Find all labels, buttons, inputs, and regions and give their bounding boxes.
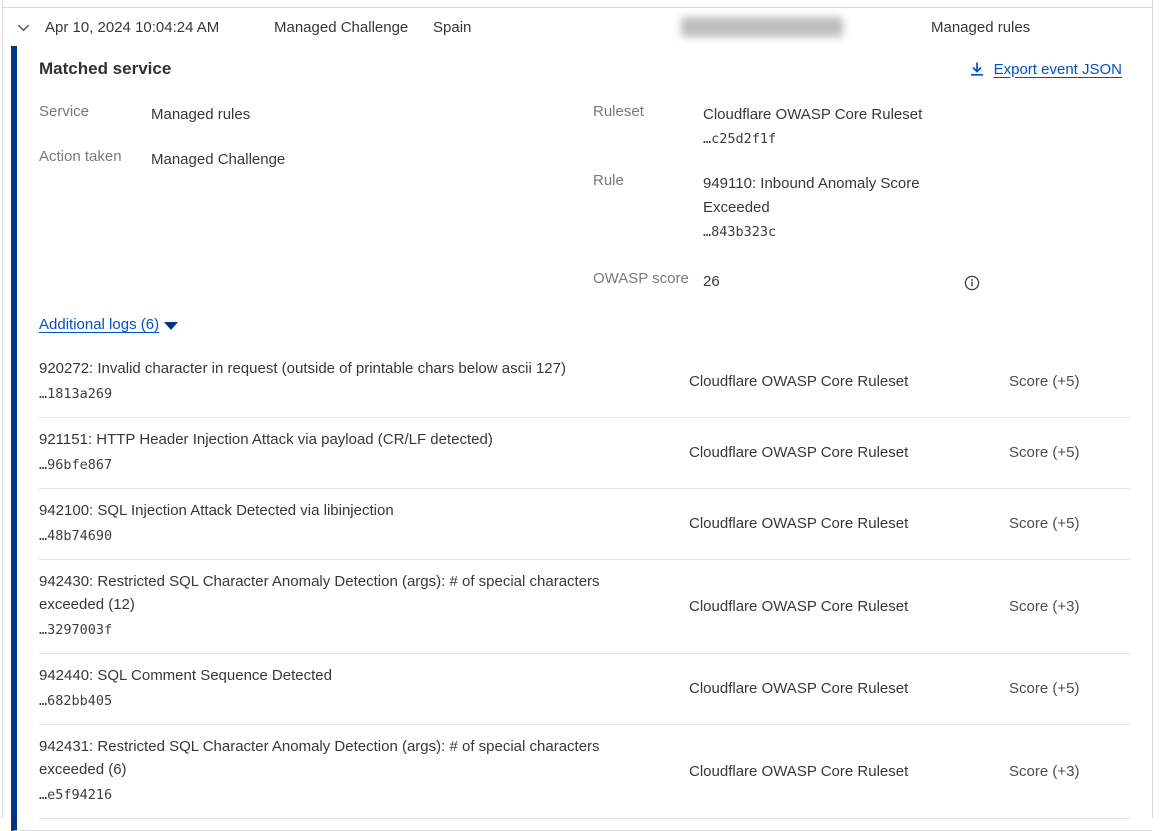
- additional-logs-list: 920272: Invalid character in request (ou…: [39, 347, 1130, 819]
- log-row: 942440: SQL Comment Sequence Detected …6…: [39, 654, 1130, 725]
- download-icon: [969, 61, 985, 77]
- log-ruleset: Cloudflare OWASP Core Ruleset: [689, 444, 1009, 461]
- field-value: 949110: Inbound Anomaly Score Exceeded ……: [703, 172, 953, 244]
- fields-right-column: Ruleset Cloudflare OWASP Core Ruleset …c…: [593, 103, 1130, 302]
- caret-down-icon: [164, 322, 178, 330]
- chevron-down-icon: [16, 20, 31, 35]
- log-score: Score (+5): [1009, 515, 1130, 532]
- ruleset-id-hash: …c25d2f1f: [703, 127, 953, 151]
- log-score: Score (+5): [1009, 373, 1130, 390]
- field-action-taken: Action taken Managed Challenge: [39, 148, 593, 172]
- log-row: 942430: Restricted SQL Character Anomaly…: [39, 560, 1130, 654]
- log-description-cell: 942431: Restricted SQL Character Anomaly…: [39, 735, 689, 807]
- event-host-redacted: [681, 17, 931, 37]
- log-ruleset: Cloudflare OWASP Core Ruleset: [689, 763, 1009, 780]
- field-value: Managed rules: [151, 103, 250, 127]
- event-summary-row[interactable]: Apr 10, 2024 10:04:24 AM Managed Challen…: [3, 8, 1152, 46]
- field-label: OWASP score: [593, 270, 703, 294]
- owasp-score-value: 26: [703, 270, 953, 294]
- log-score: Score (+5): [1009, 444, 1130, 461]
- rule-name: 949110: Inbound Anomaly Score Exceeded: [703, 175, 920, 216]
- field-label: Rule: [593, 172, 703, 244]
- log-ruleset: Cloudflare OWASP Core Ruleset: [689, 373, 1009, 390]
- detail-fields: Service Managed rules Action taken Manag…: [39, 103, 1130, 302]
- event-detail-panel: Matched service Export event JSON Servic…: [11, 46, 1152, 831]
- log-rule-hash: …1813a269: [39, 382, 649, 406]
- redacted-value: [681, 17, 843, 37]
- firewall-event-table: Apr 10, 2024 10:04:24 AM Managed Challen…: [2, 0, 1153, 818]
- log-ruleset: Cloudflare OWASP Core Ruleset: [689, 515, 1009, 532]
- fields-left-column: Service Managed rules Action taken Manag…: [39, 103, 593, 302]
- log-ruleset: Cloudflare OWASP Core Ruleset: [689, 680, 1009, 697]
- panel-title: Matched service: [39, 59, 171, 79]
- log-score: Score (+5): [1009, 680, 1130, 697]
- field-ruleset: Ruleset Cloudflare OWASP Core Ruleset …c…: [593, 103, 1130, 151]
- log-rule-hash: …96bfe867: [39, 453, 649, 477]
- log-row: 920272: Invalid character in request (ou…: [39, 347, 1130, 418]
- owasp-value-wrap: 26: [703, 270, 980, 294]
- log-description: 942430: Restricted SQL Character Anomaly…: [39, 570, 649, 616]
- previous-row-edge: [3, 0, 1152, 8]
- log-description-cell: 921151: HTTP Header Injection Attack via…: [39, 428, 689, 477]
- field-owasp-score: OWASP score 26: [593, 270, 1130, 294]
- field-value: Cloudflare OWASP Core Ruleset …c25d2f1f: [703, 103, 953, 151]
- event-service: Managed rules: [931, 19, 1152, 36]
- log-description: 920272: Invalid character in request (ou…: [39, 357, 649, 380]
- additional-logs-toggle[interactable]: Additional logs (6): [39, 316, 178, 333]
- log-rule-hash: …e5f94216: [39, 783, 649, 807]
- log-rule-hash: …3297003f: [39, 618, 649, 642]
- detail-header: Matched service Export event JSON: [39, 59, 1130, 79]
- field-rule: Rule 949110: Inbound Anomaly Score Excee…: [593, 172, 1130, 244]
- additional-logs-label: Additional logs (6): [39, 316, 159, 333]
- info-icon[interactable]: [964, 275, 980, 291]
- log-rule-hash: …48b74690: [39, 524, 649, 548]
- log-description-cell: 942440: SQL Comment Sequence Detected …6…: [39, 664, 689, 713]
- export-event-json-label: Export event JSON: [994, 61, 1122, 78]
- log-description: 942440: SQL Comment Sequence Detected: [39, 664, 649, 687]
- log-description: 942431: Restricted SQL Character Anomaly…: [39, 735, 649, 781]
- log-score: Score (+3): [1009, 598, 1130, 615]
- log-score: Score (+3): [1009, 763, 1130, 780]
- log-row: 942431: Restricted SQL Character Anomaly…: [39, 725, 1130, 819]
- collapse-chevron[interactable]: [16, 20, 45, 35]
- log-ruleset: Cloudflare OWASP Core Ruleset: [689, 598, 1009, 615]
- export-event-json-link[interactable]: Export event JSON: [969, 61, 1130, 78]
- log-description-cell: 942430: Restricted SQL Character Anomaly…: [39, 570, 689, 642]
- field-service: Service Managed rules: [39, 103, 593, 127]
- log-description-cell: 920272: Invalid character in request (ou…: [39, 357, 689, 406]
- event-action: Managed Challenge: [274, 19, 433, 36]
- log-rule-hash: …682bb405: [39, 689, 649, 713]
- log-row: 921151: HTTP Header Injection Attack via…: [39, 418, 1130, 489]
- field-value: Managed Challenge: [151, 148, 285, 172]
- log-description: 921151: HTTP Header Injection Attack via…: [39, 428, 649, 451]
- rule-id-hash: …843b323c: [703, 220, 953, 244]
- log-description: 942100: SQL Injection Attack Detected vi…: [39, 499, 649, 522]
- ruleset-name: Cloudflare OWASP Core Ruleset: [703, 106, 922, 123]
- event-country: Spain: [433, 19, 681, 36]
- log-description-cell: 942100: SQL Injection Attack Detected vi…: [39, 499, 689, 548]
- event-timestamp: Apr 10, 2024 10:04:24 AM: [45, 19, 274, 36]
- log-row: 942100: SQL Injection Attack Detected vi…: [39, 489, 1130, 560]
- field-label: Ruleset: [593, 103, 703, 151]
- field-label: Action taken: [39, 148, 151, 172]
- field-label: Service: [39, 103, 151, 127]
